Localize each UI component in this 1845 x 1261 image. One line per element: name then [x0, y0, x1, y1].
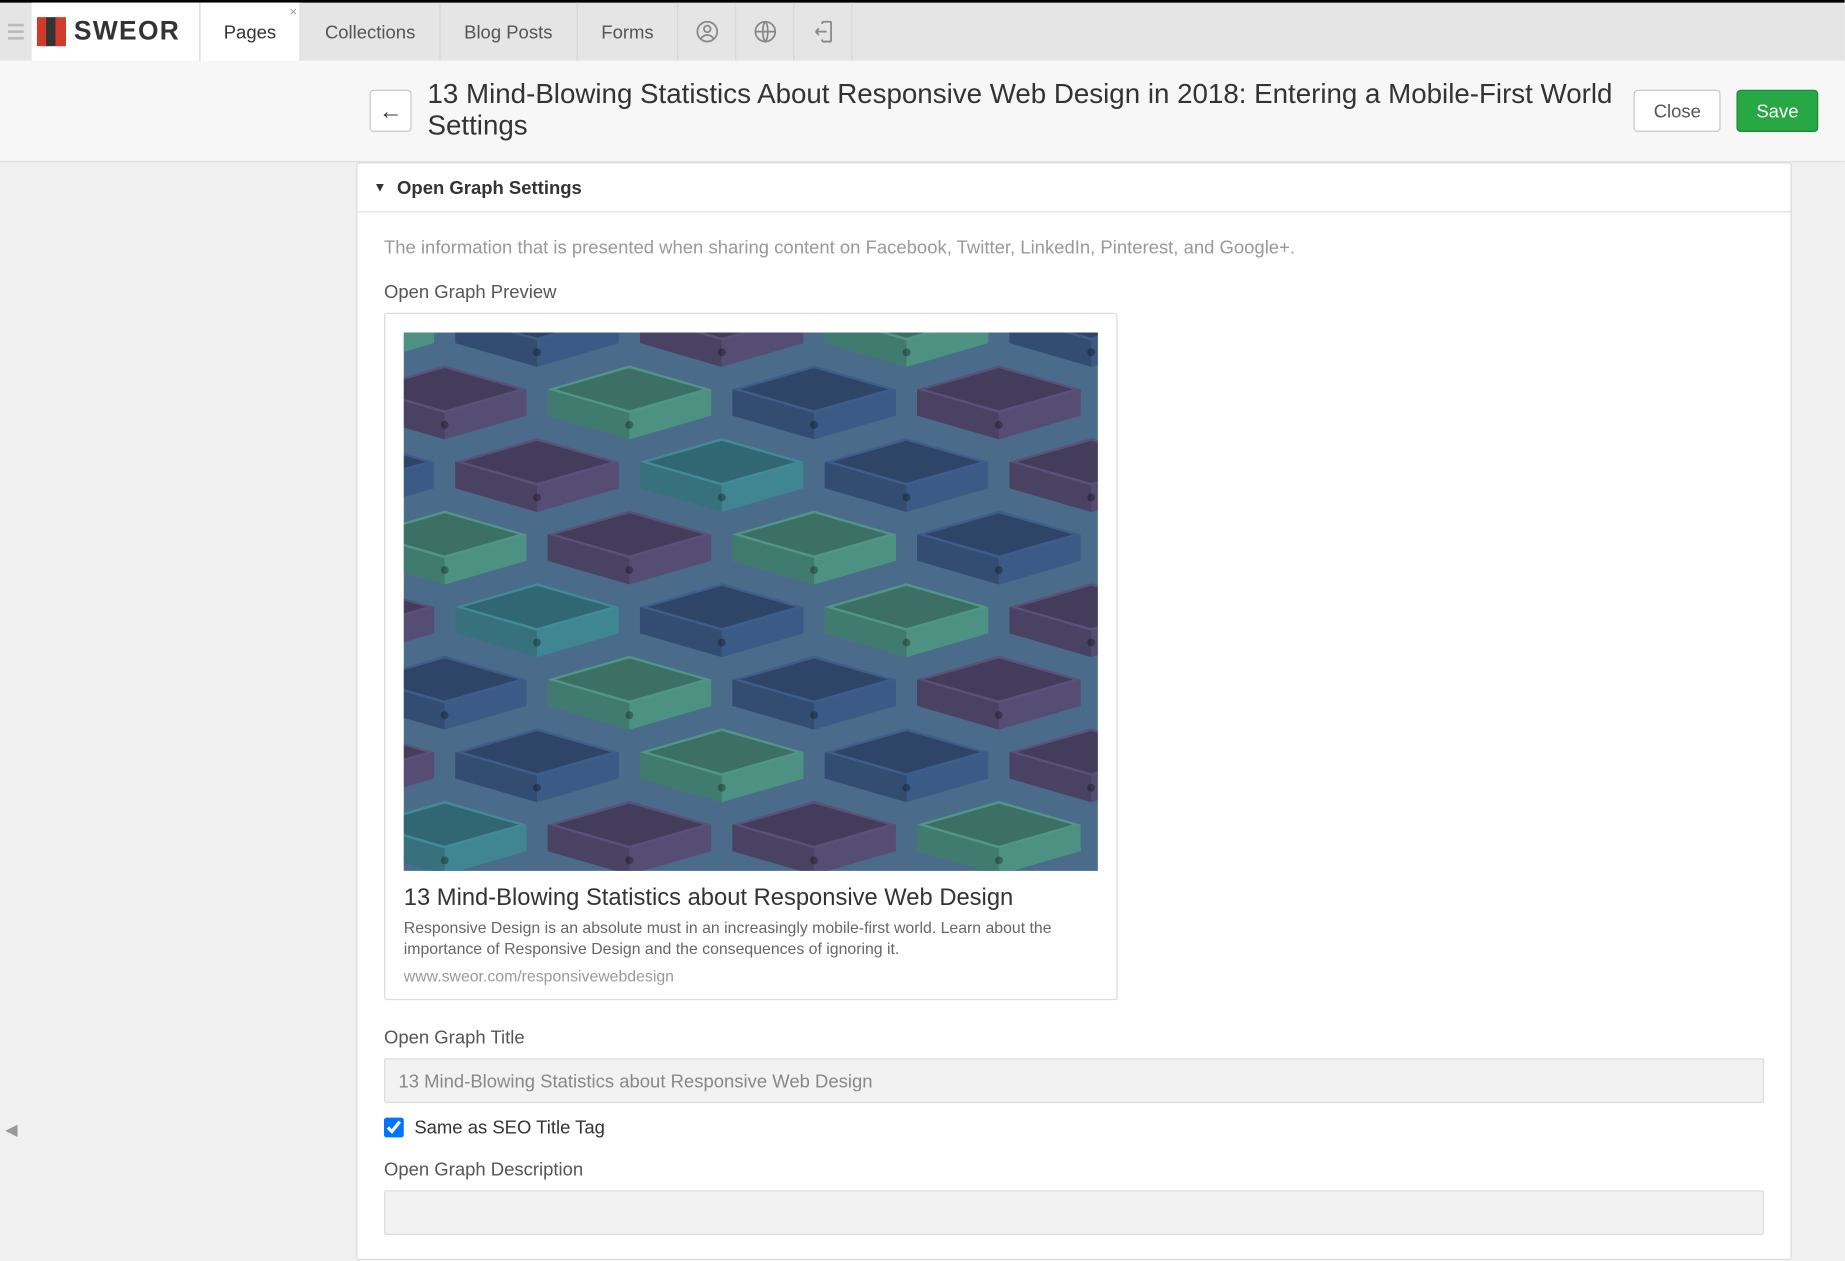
og-preview-image — [404, 333, 1098, 871]
same-as-seo-label: Same as SEO Title Tag — [414, 1117, 605, 1138]
logo-text: SWEOR — [74, 16, 180, 46]
close-icon[interactable]: × — [290, 5, 298, 20]
back-button[interactable]: ← — [369, 90, 411, 132]
same-as-seo-checkbox[interactable] — [384, 1117, 404, 1137]
og-preview-description: Responsive Design is an absolute must in… — [404, 917, 1098, 960]
same-as-seo-row[interactable]: Same as SEO Title Tag — [384, 1117, 1764, 1138]
og-description-input[interactable] — [384, 1191, 1764, 1236]
nav-tab-label: Pages — [224, 21, 276, 42]
og-description-label: Open Graph Description — [384, 1159, 1764, 1180]
panel-help-text: The information that is presented when s… — [384, 236, 1764, 257]
logout-icon[interactable] — [795, 3, 853, 61]
page-subheader: ← 13 Mind-Blowing Statistics About Respo… — [0, 61, 1845, 163]
nav-tab-pages[interactable]: Pages × — [200, 3, 301, 61]
caret-down-icon: ▼ — [373, 180, 386, 195]
top-bar: SWEOR Pages × Collections Blog Posts For… — [0, 0, 1845, 61]
save-button[interactable]: Save — [1737, 90, 1819, 132]
collapse-sidebar-icon[interactable]: ◀ — [5, 1120, 17, 1138]
arrow-left-icon: ← — [379, 97, 403, 125]
og-preview-url: www.sweor.com/responsivewebdesign — [404, 968, 1098, 986]
nav-tab-collections[interactable]: Collections — [301, 3, 440, 61]
logo-mark-icon — [37, 17, 66, 46]
user-icon[interactable] — [679, 3, 737, 61]
og-title-input[interactable] — [384, 1059, 1764, 1104]
main-nav: Pages × Collections Blog Posts Forms — [200, 3, 853, 61]
globe-icon[interactable] — [737, 3, 795, 61]
nav-tab-label: Blog Posts — [464, 21, 552, 42]
panel-header[interactable]: ▼ Open Graph Settings — [358, 164, 1791, 213]
panel-title: Open Graph Settings — [397, 177, 582, 198]
nav-tab-blog-posts[interactable]: Blog Posts — [440, 3, 577, 61]
logo[interactable]: SWEOR — [32, 3, 200, 61]
og-preview-label: Open Graph Preview — [384, 281, 1764, 302]
nav-tab-label: Collections — [325, 21, 415, 42]
close-button[interactable]: Close — [1634, 90, 1721, 132]
og-title-label: Open Graph Title — [384, 1027, 1764, 1048]
og-preview-title: 13 Mind-Blowing Statistics about Respons… — [404, 884, 1098, 912]
page-title: 13 Mind-Blowing Statistics About Respons… — [428, 79, 1619, 142]
og-preview-card: 13 Mind-Blowing Statistics about Respons… — [384, 313, 1118, 1001]
nav-tab-label: Forms — [601, 21, 653, 42]
nav-tab-forms[interactable]: Forms — [578, 3, 679, 61]
open-graph-panel: ▼ Open Graph Settings The information th… — [356, 162, 1792, 1260]
menu-icon[interactable] — [0, 3, 32, 61]
